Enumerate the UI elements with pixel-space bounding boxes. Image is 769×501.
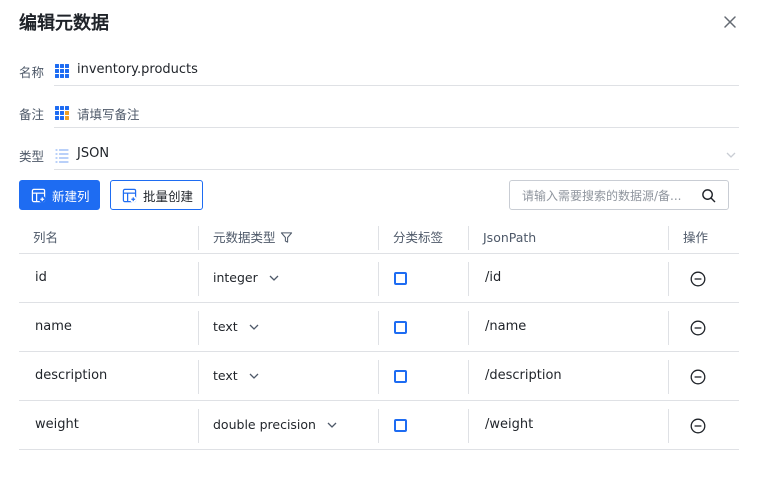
category-tag-checkbox[interactable] [394,272,407,285]
dialog-title: 编辑元数据 [19,13,109,34]
column-divider [378,311,379,345]
row-json-path[interactable]: /weight [485,401,533,449]
grid-icon [55,106,69,120]
chevron-down-icon [327,422,337,428]
chevron-down-icon [249,324,259,330]
table-row: description text /description [19,352,739,401]
remark-label: 备注 [19,107,45,122]
row-column-name[interactable]: description [35,352,107,400]
row-type-select[interactable]: text [213,303,260,351]
new-column-label: 新建列 [52,188,90,204]
row-column-name[interactable]: id [35,254,47,302]
row-column-name[interactable]: name [35,303,72,351]
search-box [509,180,729,210]
batch-create-button[interactable]: 批量创建 [110,180,203,210]
table-header: 列名 元数据类型 分类标签 JsonPath 操作 [19,222,739,254]
column-divider [378,409,379,443]
batch-create-label: 批量创建 [143,188,194,204]
search-input[interactable] [522,187,694,204]
row-type-value: text [213,368,238,383]
remove-row-icon[interactable] [690,320,706,336]
name-field-row: 名称 inventory.products [19,56,739,86]
column-divider [198,409,199,443]
table-row: weight double precision /weight [19,401,739,450]
column-divider [378,360,379,394]
batch-create-icon [122,188,137,203]
row-column-name[interactable]: weight [35,401,79,449]
header-column-name: 列名 [33,230,59,245]
chevron-down-icon [269,275,279,281]
grid-icon [55,64,69,78]
column-divider [198,360,199,394]
type-select[interactable]: JSON [54,140,739,170]
type-field-row: 类型 JSON [19,140,739,170]
remark-placeholder: 请填写备注 [77,107,140,122]
remove-row-icon[interactable] [690,271,706,287]
row-type-value: double precision [213,417,316,432]
column-divider [468,262,469,296]
row-type-value: integer [213,270,258,285]
column-divider [198,311,199,345]
category-tag-checkbox[interactable] [394,370,407,383]
metadata-table: 列名 元数据类型 分类标签 JsonPath 操作 id integer /id… [19,222,739,450]
name-value: inventory.products [77,62,198,77]
name-input[interactable]: inventory.products [54,56,739,86]
header-metadata-type-label: 元数据类型 [213,230,276,245]
category-tag-checkbox[interactable] [394,419,407,432]
column-divider [668,311,669,345]
column-divider [198,262,199,296]
chevron-down-icon [726,152,736,158]
close-icon[interactable] [721,13,739,31]
remove-row-icon[interactable] [690,369,706,385]
column-divider [668,262,669,296]
column-divider [668,360,669,394]
filter-icon[interactable] [280,231,293,244]
row-type-select[interactable]: integer [213,254,280,302]
column-divider[interactable] [468,226,469,250]
table-row: name text /name [19,303,739,352]
category-tag-checkbox[interactable] [394,321,407,334]
row-json-path[interactable]: /name [485,303,526,351]
row-type-select[interactable]: text [213,352,260,400]
column-divider [468,311,469,345]
column-divider[interactable] [378,226,379,250]
column-divider [468,409,469,443]
header-metadata-type: 元数据类型 [213,222,293,253]
column-divider[interactable] [668,226,669,250]
header-actions: 操作 [683,230,709,245]
table-row: id integer /id [19,254,739,303]
row-type-select[interactable]: double precision [213,401,338,449]
header-category-tag: 分类标签 [393,230,444,245]
row-json-path[interactable]: /id [485,254,501,302]
column-divider [668,409,669,443]
header-json-path: JsonPath [483,230,537,245]
list-icon [55,149,69,163]
type-label: 类型 [19,149,45,164]
search-icon[interactable] [701,188,716,203]
name-label: 名称 [19,65,45,80]
add-column-icon [31,188,46,203]
column-divider[interactable] [198,226,199,250]
column-divider [378,262,379,296]
column-divider [468,360,469,394]
row-json-path[interactable]: /description [485,352,562,400]
remark-input[interactable]: 请填写备注 [54,98,739,128]
remove-row-icon[interactable] [690,418,706,434]
remark-field-row: 备注 请填写备注 [19,98,739,128]
chevron-down-icon [249,373,259,379]
new-column-button[interactable]: 新建列 [19,180,100,210]
type-value: JSON [77,146,110,161]
row-type-value: text [213,319,238,334]
